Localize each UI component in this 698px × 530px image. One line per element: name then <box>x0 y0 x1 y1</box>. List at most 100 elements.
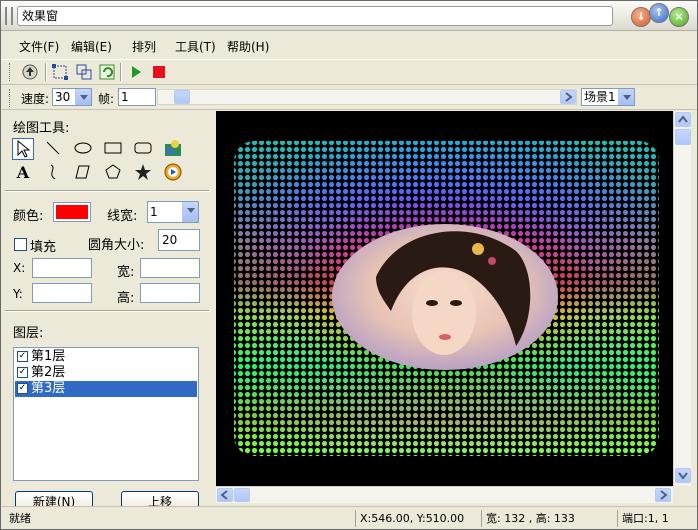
x-label: X: <box>13 261 26 275</box>
status-text: 就绪 <box>9 512 31 525</box>
rectangle-icon[interactable] <box>102 138 124 160</box>
scroll-left-button[interactable] <box>217 488 233 502</box>
chevron-down-icon[interactable] <box>182 202 198 222</box>
layer-list[interactable]: ✓ 第1层 ✓ 第2层 ✓ 第3层 <box>13 347 199 481</box>
layer-checkbox[interactable]: ✓ <box>17 383 28 394</box>
speed-label: 速度: <box>21 92 50 106</box>
chevron-down-icon[interactable] <box>618 89 634 105</box>
effect-window: 效果窗 ↓ ↑ × 文件(F) 编辑(E) 排列 工具(T) 帮助(H) 速度:… <box>0 0 698 530</box>
scroll-thumb[interactable] <box>675 129 691 145</box>
menu-tools[interactable]: 工具(T) <box>175 38 216 55</box>
y-label: Y: <box>13 287 23 301</box>
height-label: 高: <box>117 291 135 306</box>
scroll-right-button[interactable] <box>655 488 671 502</box>
minimize-icon[interactable]: ↓ <box>631 7 651 27</box>
corner-radius-input[interactable]: 20 <box>158 229 200 251</box>
window-title: 效果窗 <box>17 6 613 26</box>
scroll-thumb[interactable] <box>234 488 250 502</box>
frame-input[interactable]: 1 <box>118 88 156 106</box>
menu-bar: 文件(F) 编辑(E) 排列 工具(T) 帮助(H) <box>1 32 697 58</box>
scroll-right-button[interactable] <box>560 90 576 104</box>
maximize-icon[interactable]: ↑ <box>649 3 669 23</box>
image-icon[interactable] <box>162 138 184 160</box>
height-input[interactable] <box>140 283 200 303</box>
pointer-icon[interactable] <box>12 138 34 160</box>
media-icon[interactable] <box>162 162 184 184</box>
fill-label: 填充 <box>30 240 57 255</box>
title-grip-icon[interactable] <box>5 7 13 25</box>
layer-label: 第2层 <box>31 365 66 380</box>
star-icon[interactable] <box>132 162 154 184</box>
width-input[interactable] <box>140 258 200 278</box>
scene-value: 场景1 <box>584 90 616 104</box>
layer-checkbox[interactable]: ✓ <box>17 367 28 378</box>
speedbar-grip[interactable] <box>9 89 12 107</box>
toolbar <box>1 59 697 85</box>
canvas-vertical-scrollbar[interactable] <box>673 111 691 503</box>
scroll-corner <box>673 486 691 503</box>
line-width-select[interactable]: 1 <box>147 201 199 223</box>
color-label: 颜色: <box>13 209 44 224</box>
status-port: 端口:1, 1 <box>617 510 695 527</box>
rounded-rectangle-icon[interactable] <box>132 138 154 160</box>
line-width-value: 1 <box>150 205 158 219</box>
toolbar-separator <box>120 63 122 81</box>
speed-bar: 速度: 30 帧: 1 场景1 <box>1 86 697 110</box>
text-tool[interactable]: A <box>12 162 34 184</box>
line-width-label: 线宽: <box>107 209 138 224</box>
status-size: 宽: 132 , 高: 133 <box>481 510 613 527</box>
layer-item-selected[interactable]: ✓ 第3层 <box>15 381 197 397</box>
frame-label: 帧: <box>98 92 115 106</box>
width-label: 宽: <box>117 265 135 280</box>
group-icon[interactable] <box>75 63 93 81</box>
speed-select[interactable]: 30 <box>52 88 92 106</box>
scroll-up-button[interactable] <box>675 112 691 127</box>
menu-edit[interactable]: 编辑(E) <box>71 38 112 55</box>
panel-divider <box>5 190 209 192</box>
window-controls: ↓ ↑ × <box>615 3 695 29</box>
canvas-horizontal-scrollbar[interactable] <box>216 486 673 503</box>
tool-panel: 绘图工具: A 颜色: 线宽: 1 填充 圆角大小: 20 X: 宽: Y: 高… <box>3 111 211 507</box>
line-icon[interactable] <box>42 138 64 160</box>
panel-divider <box>5 310 209 312</box>
new-layer-button[interactable]: 新建(N) <box>15 491 93 507</box>
play-icon[interactable] <box>127 63 145 81</box>
chevron-down-icon[interactable] <box>75 89 91 105</box>
fill-checkbox[interactable] <box>14 238 27 251</box>
scroll-thumb[interactable] <box>174 90 190 104</box>
stop-icon[interactable] <box>150 63 168 81</box>
color-picker[interactable] <box>53 202 91 222</box>
portrait-ellipse[interactable] <box>332 224 558 370</box>
draw-tools-title: 绘图工具: <box>13 121 70 136</box>
up-arrow-icon[interactable] <box>21 63 39 81</box>
corner-radius-value: 20 <box>162 233 178 247</box>
scene-select[interactable]: 场景1 <box>581 88 635 106</box>
x-input[interactable] <box>32 258 92 278</box>
select-frame-icon[interactable] <box>51 63 69 81</box>
status-bar: 就绪 X:546.00, Y:510.00 宽: 132 , 高: 133 端口… <box>1 506 697 529</box>
ellipse-icon[interactable] <box>72 138 94 160</box>
menu-help[interactable]: 帮助(H) <box>227 38 269 55</box>
pentagon-icon[interactable] <box>102 162 124 184</box>
toolbar-grip[interactable] <box>9 63 12 81</box>
layer-checkbox[interactable]: ✓ <box>17 351 28 362</box>
toolbar-separator <box>45 63 47 81</box>
color-swatch <box>56 205 88 219</box>
close-icon[interactable]: × <box>669 7 689 27</box>
curve-icon[interactable] <box>42 162 64 184</box>
scroll-down-button[interactable] <box>675 468 691 483</box>
corner-radius-label: 圆角大小: <box>88 238 145 253</box>
drawing-canvas[interactable] <box>216 111 673 486</box>
refresh-icon[interactable] <box>98 63 116 81</box>
layer-item[interactable]: ✓ 第2层 <box>15 365 197 381</box>
canvas-svg[interactable] <box>216 111 673 486</box>
frame-scrollbar[interactable] <box>157 89 577 105</box>
speed-value: 30 <box>55 90 71 104</box>
layer-item[interactable]: ✓ 第1层 <box>15 349 197 365</box>
menu-arrange[interactable]: 排列 <box>132 38 156 55</box>
move-up-button[interactable]: 上移 <box>121 491 199 507</box>
parallelogram-icon[interactable] <box>72 162 94 184</box>
y-input[interactable] <box>32 283 92 303</box>
layer-label: 第1层 <box>31 349 66 364</box>
menu-file[interactable]: 文件(F) <box>19 38 59 55</box>
